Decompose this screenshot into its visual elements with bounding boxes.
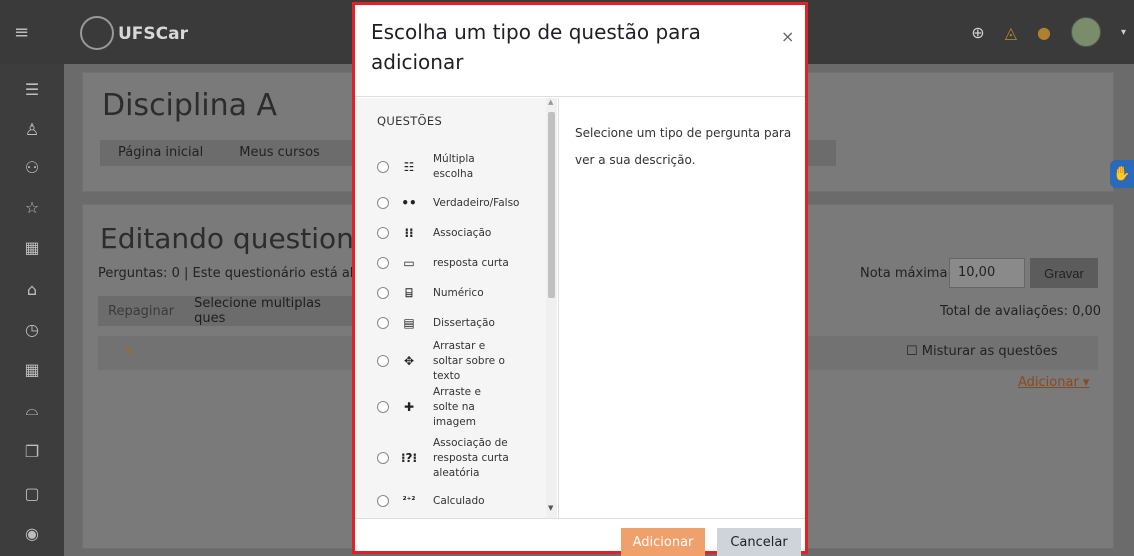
breadcrumb: Página inicial Meus cursos D (100, 140, 384, 166)
close-icon[interactable]: × (781, 27, 794, 46)
repaginate-button[interactable]: Repaginar (98, 304, 184, 319)
list-item[interactable]: ²⁺² Calculado (355, 492, 545, 510)
bell-icon[interactable]: ◬ (1005, 23, 1017, 42)
true-false-icon: •• (401, 196, 417, 210)
radio-button[interactable] (377, 287, 389, 299)
option-label: Verdadeiro/Falso (433, 196, 520, 209)
navbar-actions: ⊕ ◬ ● ▾ (971, 16, 1126, 48)
option-label: Arrastar e soltar sobre o texto (433, 339, 505, 382)
option-label: Dissertação (433, 316, 495, 329)
radio-button[interactable] (377, 227, 389, 239)
edit-quiz-title: Editando questionár (100, 222, 383, 255)
total-grades: Total de avaliações: 0,00 (940, 304, 1102, 319)
shuffle-checkbox[interactable]: ☐ Misturar as questões (906, 344, 1057, 359)
list-item[interactable]: •• Verdadeiro/Falso (355, 194, 545, 212)
pencil-icon[interactable]: ✎ (124, 344, 135, 359)
max-grade-input[interactable]: 10,00 (949, 258, 1025, 288)
site-name: UFSCar (118, 24, 188, 44)
scroll-up-arrow-icon[interactable]: ▲ (548, 98, 553, 106)
calendar-icon[interactable]: ▦ (0, 360, 64, 379)
option-label: Múltipla escolha (433, 153, 475, 180)
radio-button[interactable] (377, 495, 389, 507)
radio-button[interactable] (377, 401, 389, 413)
breadcrumb-item[interactable]: Página inicial (100, 140, 222, 166)
option-label: Associação de resposta curta aleatória (433, 436, 509, 479)
questions-summary: Perguntas: 0 | Este questionário está ab… (98, 266, 367, 281)
radio-button[interactable] (377, 317, 389, 329)
list-item[interactable]: ✚ Arraste e solte na imagem (355, 386, 545, 428)
participants-icon[interactable]: ♙ (0, 120, 64, 139)
scroll-down-arrow-icon[interactable]: ▼ (548, 504, 553, 512)
quiz-actions-row: Repaginar Selecione multiplas ques (98, 296, 354, 326)
clipboard-icon[interactable]: ▢ (0, 484, 64, 503)
option-label: Numérico (433, 286, 484, 299)
chevron-down-icon[interactable]: ▾ (1121, 27, 1126, 38)
add-menu-link[interactable]: Adicionar ▾ (1018, 375, 1089, 390)
scroll-thumb[interactable] (548, 112, 555, 298)
option-label: Calculado (433, 494, 485, 507)
option-label: Arraste e solte na imagem (433, 385, 481, 428)
option-label: Associação (433, 226, 492, 239)
radio-button[interactable] (377, 452, 389, 464)
question-type-list: QUESTÕES ☷ Múltipla escolha •• Verdadeir… (355, 98, 557, 518)
option-label: resposta curta (433, 256, 509, 269)
list-item[interactable]: ⁝⁝ Associação (355, 224, 545, 242)
sign-language-icon[interactable]: ✋ (1110, 160, 1134, 188)
drag-drop-image-icon: ✚ (403, 400, 415, 414)
matching-icon: ⁝⁝ (404, 226, 414, 240)
list-item[interactable]: ▭ resposta curta (355, 254, 545, 272)
numerical-icon: ⌸ (405, 285, 413, 300)
graduation-cap-icon[interactable]: ⌓ (0, 400, 64, 420)
badges-icon[interactable]: ⚇ (0, 158, 64, 177)
dialog-header: Escolha um tipo de questão para adiciona… (355, 5, 805, 97)
list-item[interactable]: ☷ Múltipla escolha (355, 150, 545, 184)
radio-button[interactable] (377, 197, 389, 209)
home-icon[interactable]: ⌂ (0, 280, 64, 299)
globe-icon[interactable]: ⊕ (971, 23, 984, 42)
star-icon[interactable]: ☆ (0, 198, 64, 217)
list-icon[interactable]: ☰ (0, 80, 64, 99)
calculated-icon: ²⁺² (402, 496, 416, 506)
menu-icon[interactable]: ≡ (14, 22, 29, 43)
list-item[interactable]: ▤ Dissertação (355, 314, 545, 332)
random-short-answer-matching-icon: ⁝?⁝ (401, 451, 418, 465)
files-icon[interactable]: ❐ (0, 442, 64, 461)
cancel-button[interactable]: Cancelar (717, 528, 801, 556)
radio-button[interactable] (377, 161, 389, 173)
add-button[interactable]: Adicionar (621, 528, 705, 556)
logo-emblem (80, 16, 114, 50)
chat-icon[interactable]: ● (1037, 23, 1051, 42)
description-panel: Selecione um tipo de pergunta para ver a… (558, 98, 805, 518)
max-grade-label: Nota máxima (860, 266, 948, 281)
essay-icon: ▤ (403, 316, 415, 330)
list-item[interactable]: ⌸ Numérico (355, 284, 545, 302)
radio-button[interactable] (377, 355, 389, 367)
drag-drop-text-icon: ✥ (403, 354, 415, 368)
breadcrumb-item[interactable]: Meus cursos (221, 140, 338, 166)
gradebook-icon[interactable]: ▦ (0, 238, 64, 257)
list-item[interactable]: ⁝?⁝ Associação de resposta curta aleatór… (355, 434, 545, 482)
section-header: QUESTÕES (377, 114, 443, 128)
dialog-title: Escolha um tipo de questão para adiciona… (371, 20, 701, 74)
avatar[interactable] (1070, 17, 1101, 47)
dialog-footer: Adicionar Cancelar (355, 518, 805, 556)
options-scrollbar[interactable]: ▲ ▼ (546, 98, 557, 518)
description-text: Selecione um tipo de pergunta para ver a… (575, 126, 792, 167)
left-sidebar: ☰ ♙ ⚇ ☆ ▦ ⌂ ◷ ▦ ⌓ ❐ ▢ ◉ (0, 64, 64, 556)
site-logo[interactable]: UFSCar (80, 14, 190, 54)
multiple-choice-icon: ☷ (403, 160, 415, 174)
accessibility-icon[interactable]: ◉ (0, 524, 64, 543)
save-grade-button[interactable]: Gravar (1030, 258, 1098, 288)
radio-button[interactable] (377, 257, 389, 269)
dashboard-icon[interactable]: ◷ (0, 320, 64, 339)
select-multiple-button[interactable]: Selecione multiplas ques (184, 296, 354, 326)
question-type-dialog: Escolha um tipo de questão para adiciona… (352, 2, 808, 556)
page-title: Disciplina A (102, 88, 278, 123)
list-item[interactable]: ✥ Arrastar e soltar sobre o texto (355, 340, 545, 382)
short-answer-icon: ▭ (403, 256, 415, 270)
